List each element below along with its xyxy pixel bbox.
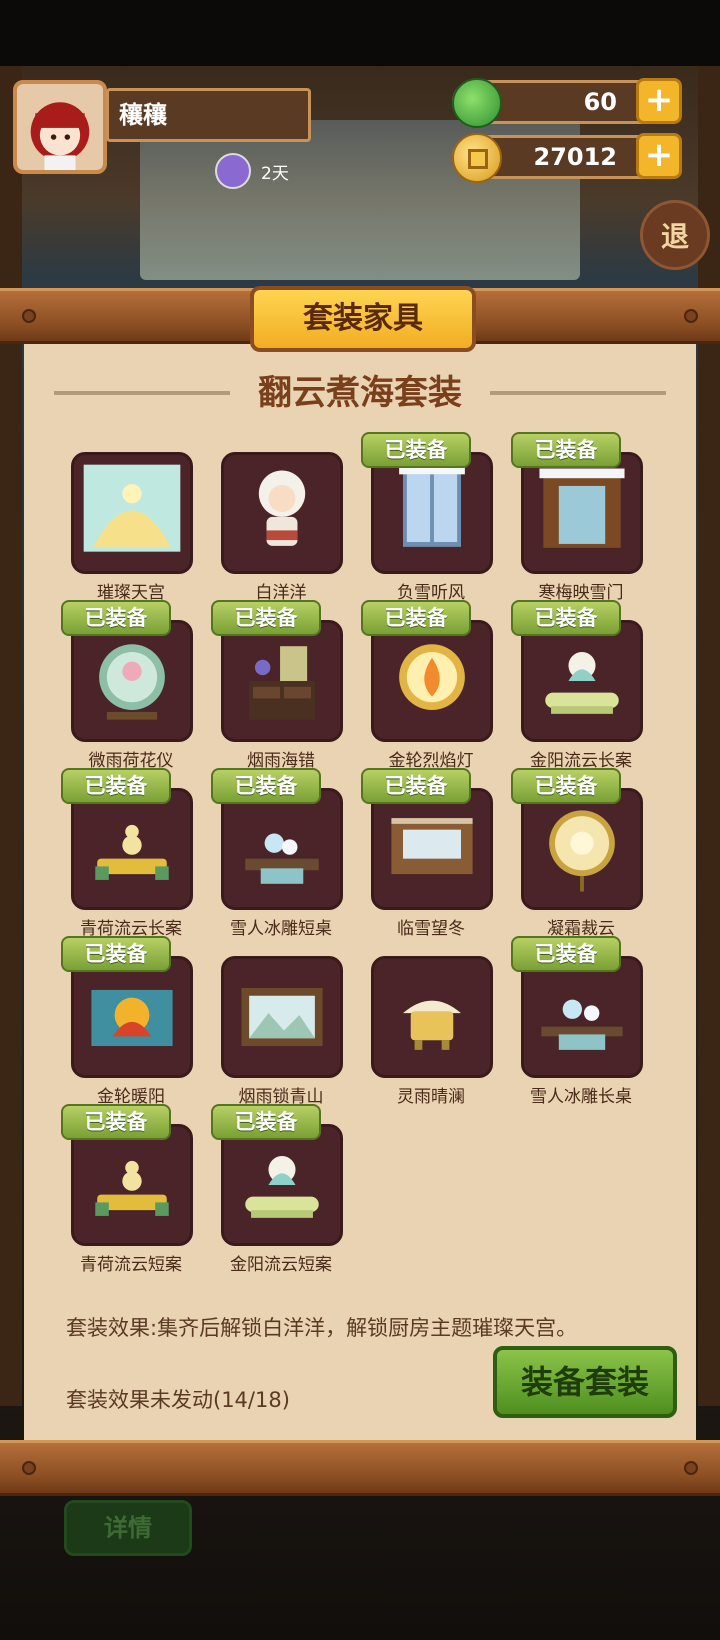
furniture-tile[interactable]	[71, 956, 193, 1078]
set-effect-description: 套装效果:集齐后解锁白洋洋，解锁厨房主题璀璨天宫。	[66, 1316, 578, 1340]
login-streak: 2天	[215, 153, 289, 189]
furniture-tile[interactable]	[521, 956, 643, 1078]
furniture-tile[interactable]	[221, 452, 343, 574]
snow-window-icon	[399, 466, 465, 547]
set-effect-status: 套装效果未发动(14/18)	[66, 1388, 290, 1412]
furniture-item[interactable]: 已装备 金轮烈焰灯	[361, 600, 501, 771]
equipped-badge: 已装备	[211, 1104, 321, 1140]
furniture-item[interactable]: 已装备青荷流云短案	[61, 1104, 201, 1275]
equipped-badge: 已装备	[361, 600, 471, 636]
cloud-lantern-icon	[549, 810, 615, 892]
cloud-short-table-icon	[245, 1156, 319, 1218]
furniture-item[interactable]: 已装备 烟雨海错	[211, 600, 351, 771]
furniture-item[interactable]: 灵雨晴澜	[361, 936, 501, 1107]
furniture-tile[interactable]	[371, 956, 493, 1078]
snowman-table-icon	[245, 833, 319, 884]
furniture-name: 雪人冰雕长桌	[530, 1087, 632, 1107]
set-name: 翻云煮海套装	[258, 373, 462, 413]
background-pillar-left	[0, 66, 22, 1406]
furniture-item[interactable]: 已装备 雪人冰雕短桌	[211, 768, 351, 939]
furniture-name: 金阳流云短案	[230, 1255, 332, 1275]
furniture-tile[interactable]	[221, 620, 343, 742]
furniture-item[interactable]: 已装备雪人冰雕长桌	[511, 936, 651, 1107]
panel-bottom-plank	[0, 1440, 720, 1496]
furniture-item[interactable]: 已装备 临雪望冬	[361, 768, 501, 939]
furniture-tile[interactable]	[71, 620, 193, 742]
add-coins-button[interactable]: +	[636, 133, 682, 179]
snow-gate-icon	[539, 468, 625, 548]
furniture-item[interactable]: 已装备 寒梅映雪门	[511, 432, 651, 603]
add-jade-button[interactable]: +	[636, 78, 682, 124]
furniture-name: 灵雨晴澜	[397, 1087, 465, 1107]
nail-icon	[684, 309, 698, 323]
equipped-badge: 已装备	[61, 768, 171, 804]
equip-set-button[interactable]: 装备套装	[493, 1346, 677, 1418]
equipped-badge: 已装备	[61, 600, 171, 636]
furniture-item[interactable]: 烟雨锁青山	[211, 936, 351, 1107]
furniture-tile[interactable]	[71, 1124, 193, 1246]
streak-badge-icon	[215, 153, 251, 189]
equipped-badge: 已装备	[511, 432, 621, 468]
background-pillar-right	[698, 66, 720, 1406]
furniture-item[interactable]: 已装备 金轮暖阳	[61, 936, 201, 1107]
furniture-item[interactable]: 璀璨天宫	[61, 432, 201, 603]
nail-icon	[22, 1461, 36, 1475]
streak-text: 2天	[261, 163, 289, 184]
set-title-row: 翻云煮海套装	[54, 368, 666, 418]
furniture-item[interactable]: 已装备金阳流云短案	[211, 1104, 351, 1275]
snowman-long-table-icon	[541, 999, 623, 1050]
sun-painting-icon	[91, 989, 173, 1046]
equipped-badge: 已装备	[511, 768, 621, 804]
palace-scene-icon	[83, 464, 181, 552]
mountain-window-icon	[241, 988, 323, 1046]
furniture-name: 青荷流云短案	[80, 1255, 182, 1275]
furniture-item[interactable]: 已装备 青荷流云长案	[61, 768, 201, 939]
furniture-item[interactable]: 已装备 负雪听风	[361, 432, 501, 603]
equipped-badge: 已装备	[361, 768, 471, 804]
furniture-item[interactable]: 已装备 金阳流云长案	[511, 600, 651, 771]
furniture-tile[interactable]	[371, 452, 493, 574]
panel-title-tab: 套装家具	[250, 286, 476, 352]
coin-icon	[452, 133, 502, 183]
player-name: 穰穰	[106, 88, 311, 142]
furniture-tile[interactable]	[371, 788, 493, 910]
player-avatar[interactable]	[13, 80, 107, 174]
furniture-tile[interactable]	[71, 452, 193, 574]
furniture-tile[interactable]	[371, 620, 493, 742]
equipped-badge: 已装备	[361, 432, 471, 468]
lotus-orb-icon	[99, 644, 165, 720]
furniture-tile[interactable]	[221, 956, 343, 1078]
furniture-tile[interactable]	[521, 788, 643, 910]
avatar-portrait-icon	[17, 84, 103, 170]
equipped-badge: 已装备	[61, 936, 171, 972]
furniture-tile[interactable]	[221, 788, 343, 910]
retreat-button[interactable]: 退	[640, 200, 710, 270]
cabinet-icon	[249, 646, 315, 720]
furniture-item[interactable]: 白洋洋	[211, 432, 351, 603]
incense-burner-icon	[403, 1000, 461, 1050]
furniture-tile[interactable]	[71, 788, 193, 910]
equipped-badge: 已装备	[511, 936, 621, 972]
detail-button[interactable]: 详情	[64, 1500, 192, 1556]
furniture-tile[interactable]	[521, 620, 643, 742]
furniture-item[interactable]: 已装备 微雨荷花仪	[61, 600, 201, 771]
furniture-tile[interactable]	[521, 452, 643, 574]
winter-window-icon	[391, 818, 473, 875]
gourd-table-icon	[95, 824, 169, 880]
furniture-item[interactable]: 已装备 凝霜裁云	[511, 768, 651, 939]
equipped-badge: 已装备	[211, 768, 321, 804]
equipped-badge: 已装备	[511, 600, 621, 636]
flame-lamp-icon	[399, 644, 465, 710]
furniture-tile[interactable]	[221, 1124, 343, 1246]
gourd-short-table-icon	[95, 1160, 169, 1216]
equipped-badge: 已装备	[61, 1104, 171, 1140]
sheep-character-icon	[258, 470, 306, 546]
equipped-badge: 已装备	[211, 600, 321, 636]
nail-icon	[684, 1461, 698, 1475]
jade-icon	[452, 78, 502, 128]
nail-icon	[22, 309, 36, 323]
cloud-table-icon	[545, 652, 619, 714]
